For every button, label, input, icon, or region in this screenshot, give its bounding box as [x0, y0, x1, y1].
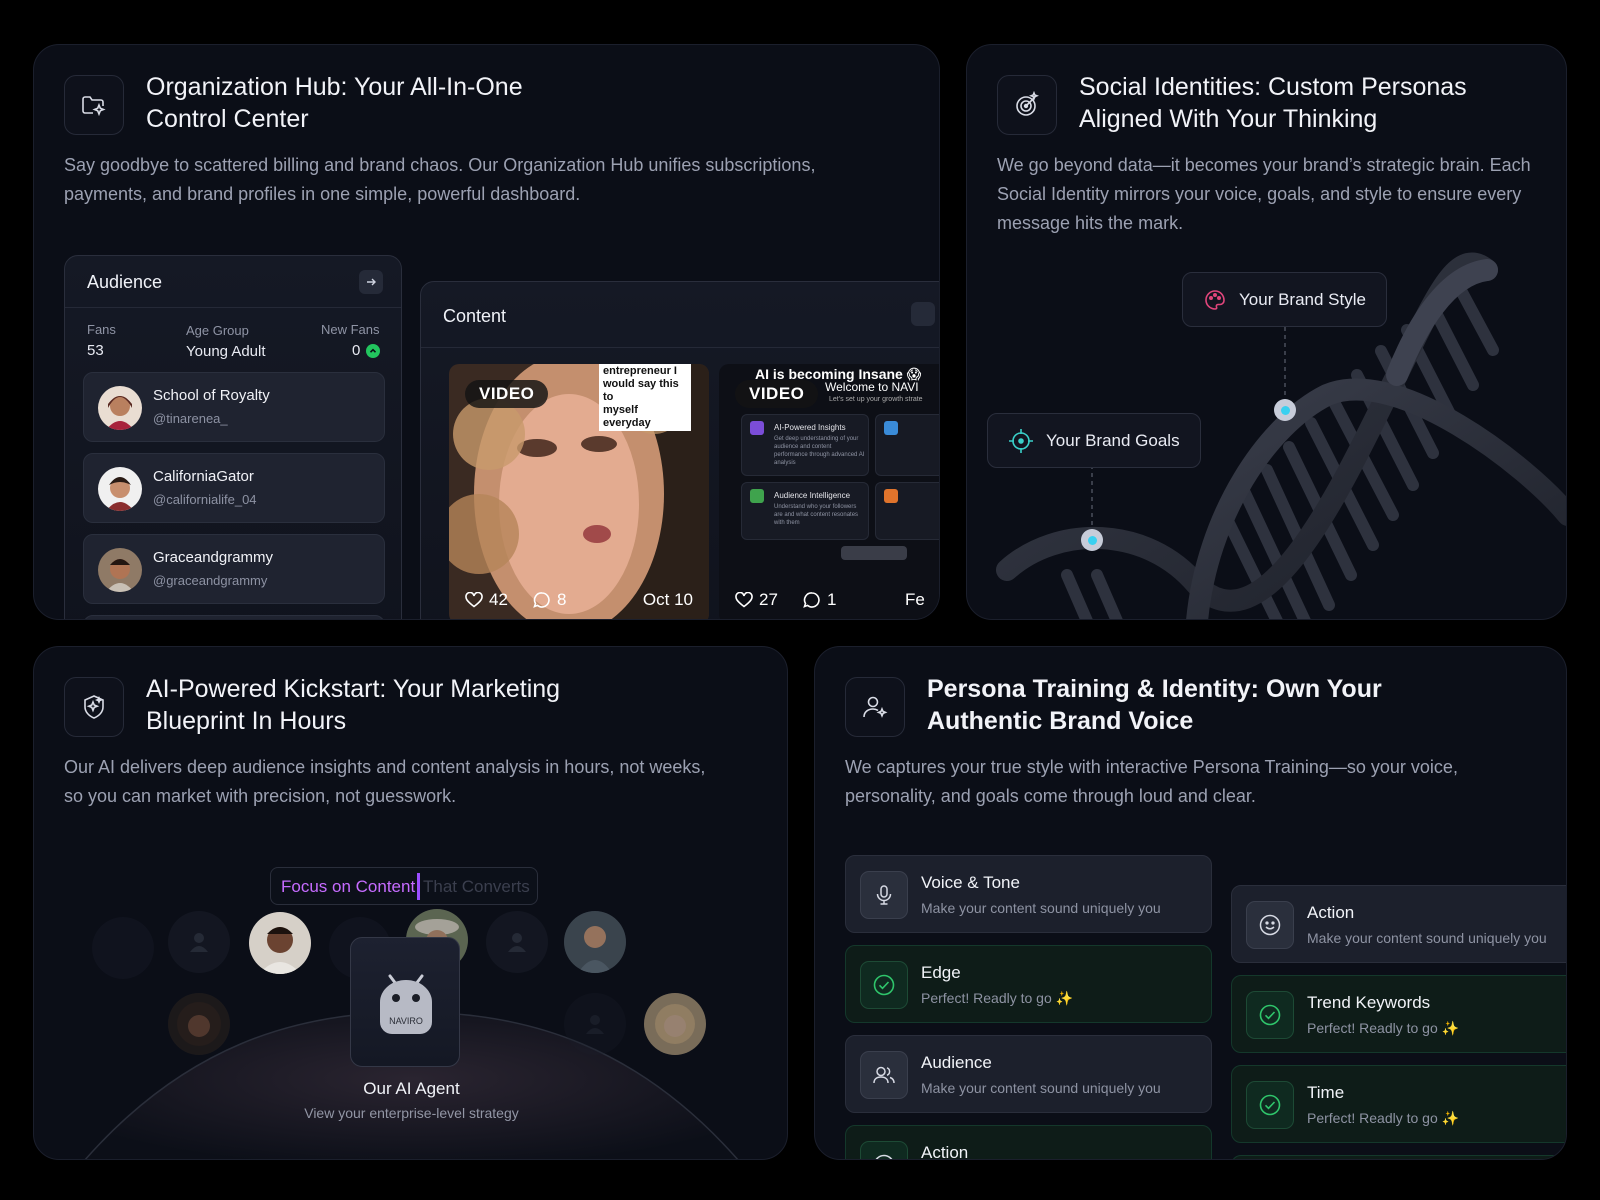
timeline-node [1274, 399, 1296, 421]
list-item[interactable]: School of Royalty @tinarenea_ [83, 372, 385, 442]
heart-icon [465, 592, 483, 608]
card-title: Persona Training & Identity: Own Your Aut… [927, 675, 1382, 735]
arrow-right-icon[interactable] [359, 270, 383, 294]
video-caption: entrepreneur I would say this to myself … [599, 364, 691, 431]
placeholder-text: That Converts [423, 877, 530, 896]
timeline-node [1081, 529, 1103, 551]
check-circle-icon [860, 961, 908, 1009]
audience-title: Audience [87, 272, 163, 292]
organization-hub-card: Organization Hub: Your All-In-One Control… [33, 44, 940, 620]
training-item-action[interactable]: Action [845, 1125, 1212, 1159]
video-badge: VIDEO [465, 380, 549, 408]
trend-up-icon [366, 344, 380, 358]
audience-panel: Audience Fans 53 Age Group Young Adult N… [64, 255, 402, 619]
list-item[interactable]: CaliforniaGator @californialife_04 [83, 453, 385, 523]
dna-helix-graphic [996, 252, 1566, 619]
agent-subtitle: View your enterprise-level strategy [304, 1105, 519, 1121]
arrow-right-icon[interactable] [911, 302, 935, 326]
check-circle-icon [1246, 991, 1294, 1039]
chart-icon [884, 421, 898, 435]
comment-icon [533, 592, 550, 608]
prompt-input[interactable]: Focus on Content That Converts [270, 867, 538, 905]
brand-style-chip[interactable]: Your Brand Style [1182, 272, 1387, 327]
agent-title: Our AI Agent [363, 1079, 460, 1098]
avatar [98, 548, 142, 592]
stat-value: 0 [352, 342, 361, 359]
avatar [92, 917, 154, 979]
feature-card: Audience Intelligence Understand who you… [741, 482, 869, 540]
stat-label: New Fans [321, 322, 380, 337]
smile-icon [1246, 901, 1294, 949]
robot-icon: NAVIRO [380, 974, 432, 1034]
insights-icon [750, 421, 764, 435]
user-sparkle-icon [845, 677, 905, 737]
card-description: Say goodbye to scattered billing and bra… [64, 155, 816, 204]
performance-icon [884, 489, 898, 503]
avatar [168, 993, 230, 1055]
content-title: Content [443, 306, 507, 326]
stat-label: Fans [87, 322, 116, 337]
training-item-time[interactable]: Time Perfect! Readly to go ✨ [1231, 1065, 1566, 1143]
audience-icon [750, 489, 764, 503]
users-icon [860, 1051, 908, 1099]
likes-count: 27 [735, 590, 778, 610]
check-circle-icon [1246, 1081, 1294, 1129]
list-item[interactable]: Graceandgrammy @graceandgrammy [83, 534, 385, 604]
video-date: Oct 10 [642, 590, 693, 609]
avatar [98, 386, 142, 430]
training-item-audience[interactable]: Audience Make your content sound uniquel… [845, 1035, 1212, 1113]
comments-count: 8 [533, 590, 566, 610]
palette-icon [1205, 289, 1225, 310]
video-badge: VIDEO [735, 380, 819, 408]
ai-kickstart-card: AI-Powered Kickstart: Your Marketing Blue… [33, 646, 788, 1160]
training-item-voice-tone[interactable]: Voice & Tone Make your content sound uni… [845, 855, 1212, 933]
video-overlay-text: Welcome to NAVI [825, 380, 919, 394]
video-overlay-text: Let's set up your growth strate [829, 396, 923, 403]
microphone-icon [860, 871, 908, 919]
training-item[interactable] [1231, 1155, 1566, 1159]
training-item-edge[interactable]: Edge Perfect! Readly to go ✨ [845, 945, 1212, 1023]
video-card[interactable]: AI is becoming Insane 😱 Welcome to NAVI … [719, 364, 939, 619]
heart-icon [735, 592, 753, 608]
likes-count: 42 [465, 590, 508, 610]
stat-value: 53 [87, 342, 104, 359]
video-date: Fe [905, 590, 925, 609]
comments-count: 1 [803, 590, 836, 610]
content-panel: Content entrepreneur I would say this to… [420, 281, 939, 619]
text-cursor [417, 873, 420, 900]
stat-value: Young Adult [186, 343, 266, 360]
avatar [644, 993, 706, 1055]
user-placeholder-icon [168, 911, 230, 973]
brand-goals-chip[interactable]: Your Brand Goals [987, 413, 1201, 468]
training-item-trend-keywords[interactable]: Trend Keywords Perfect! Readly to go ✨ [1231, 975, 1566, 1053]
typed-text: Focus on Content [281, 877, 416, 896]
continue-button [841, 546, 907, 560]
video-card[interactable]: entrepreneur I would say this to myself … [449, 364, 709, 619]
avatar [564, 911, 626, 973]
list-item[interactable] [83, 615, 385, 619]
crosshair-icon [1009, 428, 1033, 453]
card-description: We captures your true style with interac… [845, 757, 1458, 806]
stat-label: Age Group [186, 323, 249, 338]
training-item-action-right[interactable]: Action Make your content sound uniquely … [1231, 885, 1566, 963]
avatar [249, 912, 311, 974]
comment-icon [803, 592, 820, 608]
social-identities-card: Social Identities: Custom Personas Aligne… [966, 44, 1567, 620]
ai-agent-card[interactable]: NAVIRO [350, 937, 460, 1067]
folder-sparkle-icon [64, 75, 124, 135]
user-placeholder-icon [486, 911, 548, 973]
check-circle-icon [860, 1141, 908, 1159]
feature-card: AI-Powered Insights Get deep understandi… [741, 414, 869, 476]
avatar [98, 467, 142, 511]
agent-logo-text: NAVIRO [389, 1016, 423, 1026]
card-title: Organization Hub: Your All-In-One Control… [146, 73, 523, 133]
user-placeholder-icon [564, 993, 626, 1055]
persona-training-card: Persona Training & Identity: Own Your Aut… [814, 646, 1567, 1160]
